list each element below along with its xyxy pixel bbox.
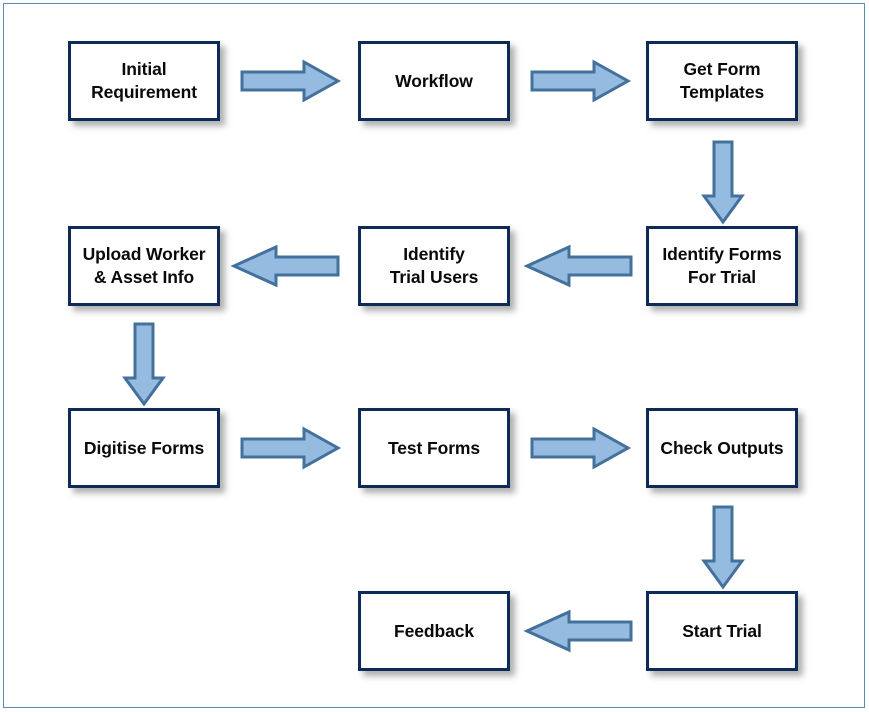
arrow-workflow-to-get-form-templates xyxy=(530,59,632,103)
node-upload-worker-asset-info[interactable]: Upload Worker & Asset Info xyxy=(68,226,220,306)
node-workflow[interactable]: Workflow xyxy=(358,41,510,121)
arrow-upload-worker-to-digitise-forms xyxy=(122,322,166,407)
node-label: Identify Forms For Trial xyxy=(662,244,782,287)
arrow-start-trial-to-feedback xyxy=(523,609,633,653)
node-start-trial[interactable]: Start Trial xyxy=(646,591,798,671)
node-label: Workflow xyxy=(395,70,473,91)
arrow-test-forms-to-check-outputs xyxy=(530,426,632,470)
node-label: Test Forms xyxy=(387,437,481,458)
node-label: Get Form Templates xyxy=(679,59,765,102)
arrow-initial-requirement-to-workflow xyxy=(240,59,342,103)
arrow-digitise-forms-to-test-forms xyxy=(240,426,342,470)
arrow-check-outputs-to-start-trial xyxy=(701,505,745,590)
node-get-form-templates[interactable]: Get Form Templates xyxy=(646,41,798,121)
flowchart-canvas: Initial Requirement Workflow Get Form Te… xyxy=(0,0,869,712)
node-feedback[interactable]: Feedback xyxy=(358,591,510,671)
node-identify-trial-users[interactable]: Identify Trial Users xyxy=(358,226,510,306)
node-label: Feedback xyxy=(394,620,474,641)
node-label: Check Outputs xyxy=(660,437,784,458)
node-test-forms[interactable]: Test Forms xyxy=(358,408,510,488)
node-label: Digitise Forms xyxy=(83,437,205,458)
node-initial-requirement[interactable]: Initial Requirement xyxy=(68,41,220,121)
node-digitise-forms[interactable]: Digitise Forms xyxy=(68,408,220,488)
node-label: Upload Worker & Asset Info xyxy=(82,244,206,287)
node-label: Start Trial xyxy=(682,620,762,641)
arrow-identify-trial-users-to-upload-worker xyxy=(230,244,340,288)
arrow-get-form-templates-to-identify-forms xyxy=(701,140,745,225)
arrow-identify-forms-to-identify-trial-users xyxy=(523,244,633,288)
node-label: Initial Requirement xyxy=(91,59,197,102)
node-label: Identify Trial Users xyxy=(389,244,479,287)
node-identify-forms-for-trial[interactable]: Identify Forms For Trial xyxy=(646,226,798,306)
node-check-outputs[interactable]: Check Outputs xyxy=(646,408,798,488)
